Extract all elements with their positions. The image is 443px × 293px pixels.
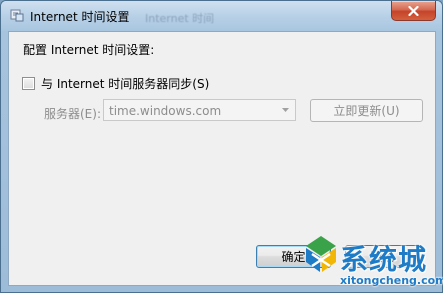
close-button[interactable] [391, 1, 436, 21]
clock-network-icon [10, 8, 24, 22]
watermark: 系统城 xitongcheng.com [300, 234, 443, 293]
background-window-title: Internet 时间 [145, 12, 215, 25]
sync-checkbox[interactable] [22, 77, 35, 90]
watermark-url: xitongcheng.com [340, 274, 443, 287]
watermark-logo-icon [302, 234, 340, 277]
server-combobox[interactable]: time.windows.com [103, 99, 296, 121]
window-title: Internet 时间设置 [30, 10, 130, 24]
watermark-brand: 系统城 [340, 243, 428, 276]
server-value: time.windows.com [109, 104, 222, 118]
server-label: 服务器(E): [44, 107, 101, 121]
close-icon [408, 5, 419, 16]
sync-option[interactable]: 与 Internet 时间服务器同步(S) [22, 75, 209, 92]
sync-checkbox-label[interactable]: 与 Internet 时间服务器同步(S) [41, 75, 209, 92]
chevron-down-icon[interactable] [278, 102, 293, 118]
intro-label: 配置 Internet 时间设置: [23, 43, 155, 57]
title-bar[interactable]: Internet 时间设置 Internet 时间 [1, 1, 442, 31]
update-now-button[interactable]: 立即更新(U) [310, 99, 423, 122]
